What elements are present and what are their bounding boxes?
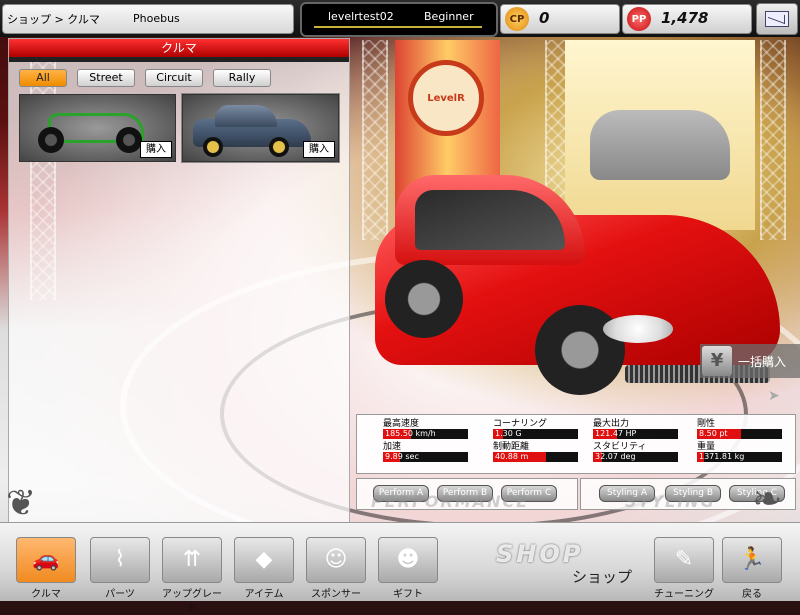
- pp-balance: PP 1,478: [622, 4, 752, 34]
- stat-braking: 制動距離 40.88 m: [493, 442, 591, 464]
- user-name: levelrtest02: [328, 10, 394, 23]
- stat-top-speed: 最高速度 185.50 km/h: [383, 419, 481, 441]
- car-thumb-buggy[interactable]: 購入: [19, 94, 176, 162]
- headlight: [603, 315, 673, 343]
- nav-tuning[interactable]: ✎ チューニング: [652, 537, 716, 600]
- stat-acceleration: 加速 9.89 sec: [383, 442, 481, 464]
- buy-button[interactable]: 購入: [140, 141, 172, 158]
- nav-back[interactable]: 🏃 戻る: [720, 537, 784, 600]
- car-thumb-sedan[interactable]: 購入: [181, 93, 340, 163]
- car-thumbnails: 購入 購入: [9, 93, 349, 163]
- exp-bar: [314, 26, 482, 28]
- stat-weight: 重量 1371.81 kg: [697, 442, 795, 464]
- yen-icon: ¥: [702, 346, 732, 376]
- stat-cornering: コーナリング 1.30 G: [493, 419, 591, 441]
- sedan-image: [193, 101, 313, 157]
- nav-upgrade[interactable]: ⇈ アップグレード: [160, 537, 224, 615]
- performance-presets: Perform A Perform B Perform C PERFORMANC…: [356, 478, 578, 511]
- back-icon: 🏃: [722, 537, 782, 583]
- mail-button[interactable]: [756, 3, 798, 35]
- gift-icon: ☻: [378, 537, 438, 583]
- mail-icon: [765, 11, 789, 27]
- nav-car[interactable]: 🚗 クルマ: [14, 537, 78, 600]
- car-icon: 🚗: [16, 537, 76, 583]
- stat-max-power: 最大出力 121.47 HP: [593, 419, 691, 441]
- item-icon: ◆: [234, 537, 294, 583]
- filter-street[interactable]: Street: [77, 69, 135, 87]
- pp-icon: PP: [627, 7, 651, 31]
- wrench-icon: ✎: [654, 537, 714, 583]
- background-car: [590, 110, 730, 180]
- nav-gift[interactable]: ☻ ギフト: [376, 537, 440, 600]
- top-bar: ショップ > クルマ Phoebus levelrtest02 Beginner…: [0, 0, 800, 37]
- filter-rally[interactable]: Rally: [213, 69, 271, 87]
- nav-item[interactable]: ◆ アイテム: [232, 537, 296, 600]
- breadcrumb-text: ショップ > クルマ: [7, 13, 100, 26]
- filter-tabs: All Street Circuit Rally: [9, 62, 349, 94]
- front-wheel: [385, 260, 463, 338]
- user-info: levelrtest02 Beginner: [300, 2, 498, 37]
- bulk-buy-label: 一括購入: [738, 354, 787, 369]
- ornament-left-icon: ❦: [6, 483, 37, 524]
- bottom-nav: ❦ ❧ 🚗 クルマ ⌇ パーツ ⇈ アップグレード ◆ アイテム ☺ スポンサー…: [0, 479, 800, 615]
- current-car-name: Phoebus: [133, 12, 180, 25]
- levelr-sign: LevelR: [408, 60, 484, 136]
- user-rank: Beginner: [424, 10, 474, 23]
- ornament-right-icon: ❧: [752, 479, 783, 520]
- nav-parts[interactable]: ⌇ パーツ: [88, 537, 152, 600]
- nav-sponsor[interactable]: ☺ スポンサー: [304, 537, 368, 600]
- shop-label: ショップ: [572, 568, 633, 586]
- filter-all[interactable]: All: [19, 69, 67, 87]
- bulk-buy-button[interactable]: ¥ 一括購入: [700, 344, 800, 378]
- cp-balance: CP 0: [500, 4, 620, 34]
- filter-circuit[interactable]: Circuit: [145, 69, 203, 87]
- panel-title: クルマ: [9, 39, 349, 57]
- buggy-image: [38, 103, 148, 153]
- buy-button[interactable]: 購入: [303, 141, 335, 158]
- performance-caption: PERFORMANCE: [371, 492, 530, 511]
- sponsor-icon: ☺: [306, 537, 366, 583]
- spring-icon: ⌇: [90, 537, 150, 583]
- car-stats: 最高速度 185.50 km/h コーナリング 1.30 G 最大出力 121.…: [356, 414, 796, 474]
- shop-logo: SHOP: [496, 540, 584, 568]
- car-list-panel: クルマ All Street Circuit Rally 購入 購入: [8, 38, 350, 524]
- styling-caption: STYLING: [625, 492, 716, 511]
- stat-rigidity: 剛性 8.50 pt: [697, 419, 795, 441]
- cp-value: 0: [539, 9, 550, 27]
- pp-value: 1,478: [661, 9, 709, 27]
- upgrade-icon: ⇈: [162, 537, 222, 583]
- rotate-right-icon[interactable]: ➤: [768, 388, 780, 404]
- stat-stability: スタビリティ 32.07 deg: [593, 442, 691, 464]
- cp-icon: CP: [505, 7, 529, 31]
- breadcrumb: ショップ > クルマ Phoebus: [2, 4, 294, 34]
